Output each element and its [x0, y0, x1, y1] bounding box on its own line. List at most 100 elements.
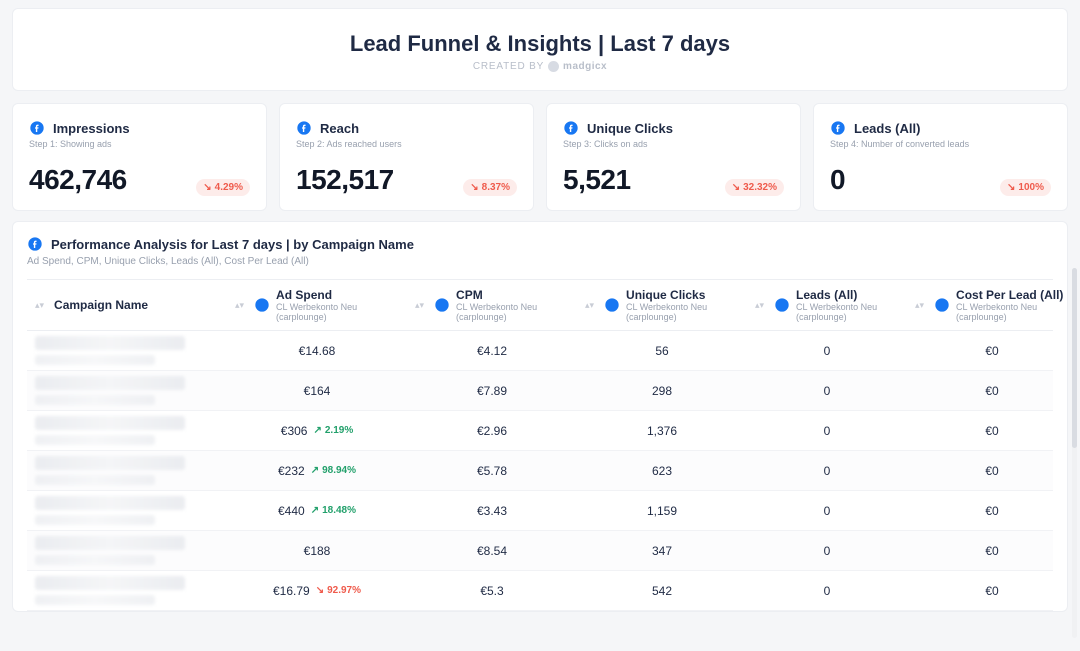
delta-value: 92.97% — [327, 585, 361, 596]
kpi-title: Leads (All) — [854, 121, 920, 136]
value-text: €0 — [985, 384, 998, 398]
cell-unique-clicks: 298 — [577, 384, 747, 398]
table-row[interactable]: €232↗98.94%€5.786230€0 — [27, 451, 1053, 491]
cell-cpm: €7.89 — [407, 384, 577, 398]
value-text: 623 — [652, 464, 672, 478]
cell-ad-spend: €16.79↘92.97% — [227, 584, 407, 598]
value-text: 56 — [655, 344, 668, 358]
value-text: 0 — [824, 584, 831, 598]
redacted-text — [35, 395, 155, 405]
delta-inline: ↗2.19% — [313, 425, 353, 436]
kpi-title: Unique Clicks — [587, 121, 673, 136]
cell-cpm: €8.54 — [407, 544, 577, 558]
col-header-campaign[interactable]: ▴▾ Campaign Name — [27, 298, 227, 312]
trend-down-icon: ↘ — [203, 182, 211, 193]
kpi-value: 5,521 — [563, 164, 631, 196]
sort-icon[interactable]: ▴▾ — [235, 302, 244, 309]
brand-name: madgicx — [563, 61, 607, 72]
facebook-icon — [434, 297, 450, 313]
delta-inline: ↗98.94% — [311, 465, 356, 476]
kpi-card-unique-clicks: Unique Clicks Step 3: Clicks on ads 5,52… — [546, 103, 801, 211]
table-row[interactable]: €188€8.543470€0 — [27, 531, 1053, 571]
value-text: €3.43 — [477, 504, 507, 518]
redacted-text — [35, 536, 185, 550]
scrollbar-thumb[interactable] — [1072, 268, 1077, 448]
created-by-line: CREATED BY madgicx — [13, 61, 1067, 72]
sort-icon[interactable]: ▴▾ — [585, 302, 594, 309]
col-header-unique-clicks[interactable]: ▴▾ Unique Clicks CL Werbekonto Neu (carp… — [577, 288, 747, 322]
kpi-card-leads: Leads (All) Step 4: Number of converted … — [813, 103, 1068, 211]
kpi-delta-value: 4.29% — [215, 182, 243, 193]
value-text: 1,376 — [647, 424, 677, 438]
analysis-panel: Performance Analysis for Last 7 days | b… — [12, 221, 1068, 612]
cell-ad-spend: €188 — [227, 544, 407, 558]
cell-campaign-name — [27, 536, 227, 565]
cell-leads: 0 — [747, 464, 907, 478]
value-text: €0 — [985, 544, 998, 558]
value-text: 0 — [824, 464, 831, 478]
value-text: €0 — [985, 504, 998, 518]
cell-campaign-name — [27, 336, 227, 365]
created-by-label: CREATED BY — [473, 61, 544, 72]
sort-icon[interactable]: ▴▾ — [35, 302, 44, 309]
cell-leads: 0 — [747, 584, 907, 598]
col-header-cpl[interactable]: ▴▾ Cost Per Lead (All) CL Werbekonto Neu… — [907, 288, 1077, 322]
facebook-icon — [29, 120, 45, 136]
kpi-step: Step 2: Ads reached users — [296, 139, 517, 149]
sort-icon[interactable]: ▴▾ — [755, 302, 764, 309]
table-row[interactable]: €440↗18.48%€3.431,1590€0 — [27, 491, 1053, 531]
delta-value: 98.94% — [322, 465, 356, 476]
redacted-text — [35, 435, 155, 445]
facebook-icon — [604, 297, 620, 313]
col-header-cpm[interactable]: ▴▾ CPM CL Werbekonto Neu (carplounge) — [407, 288, 577, 322]
cell-cpm: €5.78 — [407, 464, 577, 478]
redacted-text — [35, 355, 155, 365]
table-row[interactable]: €14.68€4.12560€0 — [27, 331, 1053, 371]
cell-cost-per-lead: €0 — [907, 344, 1077, 358]
cell-unique-clicks: 56 — [577, 344, 747, 358]
redacted-text — [35, 515, 155, 525]
value-text: 0 — [824, 544, 831, 558]
cell-cpm: €5.3 — [407, 584, 577, 598]
scrollbar-vertical[interactable] — [1072, 268, 1077, 638]
value-text: €7.89 — [477, 384, 507, 398]
value-text: €0 — [985, 464, 998, 478]
redacted-text — [35, 555, 155, 565]
cell-cost-per-lead: €0 — [907, 504, 1077, 518]
value-text: 542 — [652, 584, 672, 598]
delta-value: 18.48% — [322, 505, 356, 516]
value-text: €0 — [985, 584, 998, 598]
cell-ad-spend: €14.68 — [227, 344, 407, 358]
redacted-text — [35, 576, 185, 590]
table-row[interactable]: €164€7.892980€0 — [27, 371, 1053, 411]
kpi-delta-badge: ↘ 100% — [1000, 179, 1051, 196]
kpi-value: 462,746 — [29, 164, 127, 196]
kpi-delta-value: 32.32% — [743, 182, 777, 193]
kpi-card-impressions: Impressions Step 1: Showing ads 462,746 … — [12, 103, 267, 211]
sort-icon[interactable]: ▴▾ — [915, 302, 924, 309]
panel-title: Performance Analysis for Last 7 days | b… — [51, 237, 414, 252]
redacted-text — [35, 376, 185, 390]
cell-cpm: €2.96 — [407, 424, 577, 438]
trend-up-icon: ↗ — [311, 465, 319, 476]
header-card: Lead Funnel & Insights | Last 7 days CRE… — [12, 8, 1068, 91]
sort-icon[interactable]: ▴▾ — [415, 302, 424, 309]
page-title: Lead Funnel & Insights | Last 7 days — [13, 31, 1067, 57]
cell-cpm: €3.43 — [407, 504, 577, 518]
redacted-text — [35, 475, 155, 485]
col-label: Unique Clicks — [626, 288, 739, 302]
col-header-leads[interactable]: ▴▾ Leads (All) CL Werbekonto Neu (carplo… — [747, 288, 907, 322]
redacted-text — [35, 336, 185, 350]
col-sublabel: CL Werbekonto Neu (carplounge) — [956, 302, 1069, 322]
kpi-value: 152,517 — [296, 164, 394, 196]
delta-value: 2.19% — [325, 425, 353, 436]
trend-down-icon: ↘ — [1007, 182, 1015, 193]
value-text: €188 — [304, 544, 331, 558]
col-header-ad-spend[interactable]: ▴▾ Ad Spend CL Werbekonto Neu (carploung… — [227, 288, 407, 322]
table-row[interactable]: €306↗2.19%€2.961,3760€0 — [27, 411, 1053, 451]
value-text: 0 — [824, 344, 831, 358]
table-row[interactable]: €16.79↘92.97%€5.3 542 0 €0 — [27, 571, 1053, 611]
value-text: 298 — [652, 384, 672, 398]
value-text: 0 — [824, 424, 831, 438]
cell-campaign-name — [27, 456, 227, 485]
